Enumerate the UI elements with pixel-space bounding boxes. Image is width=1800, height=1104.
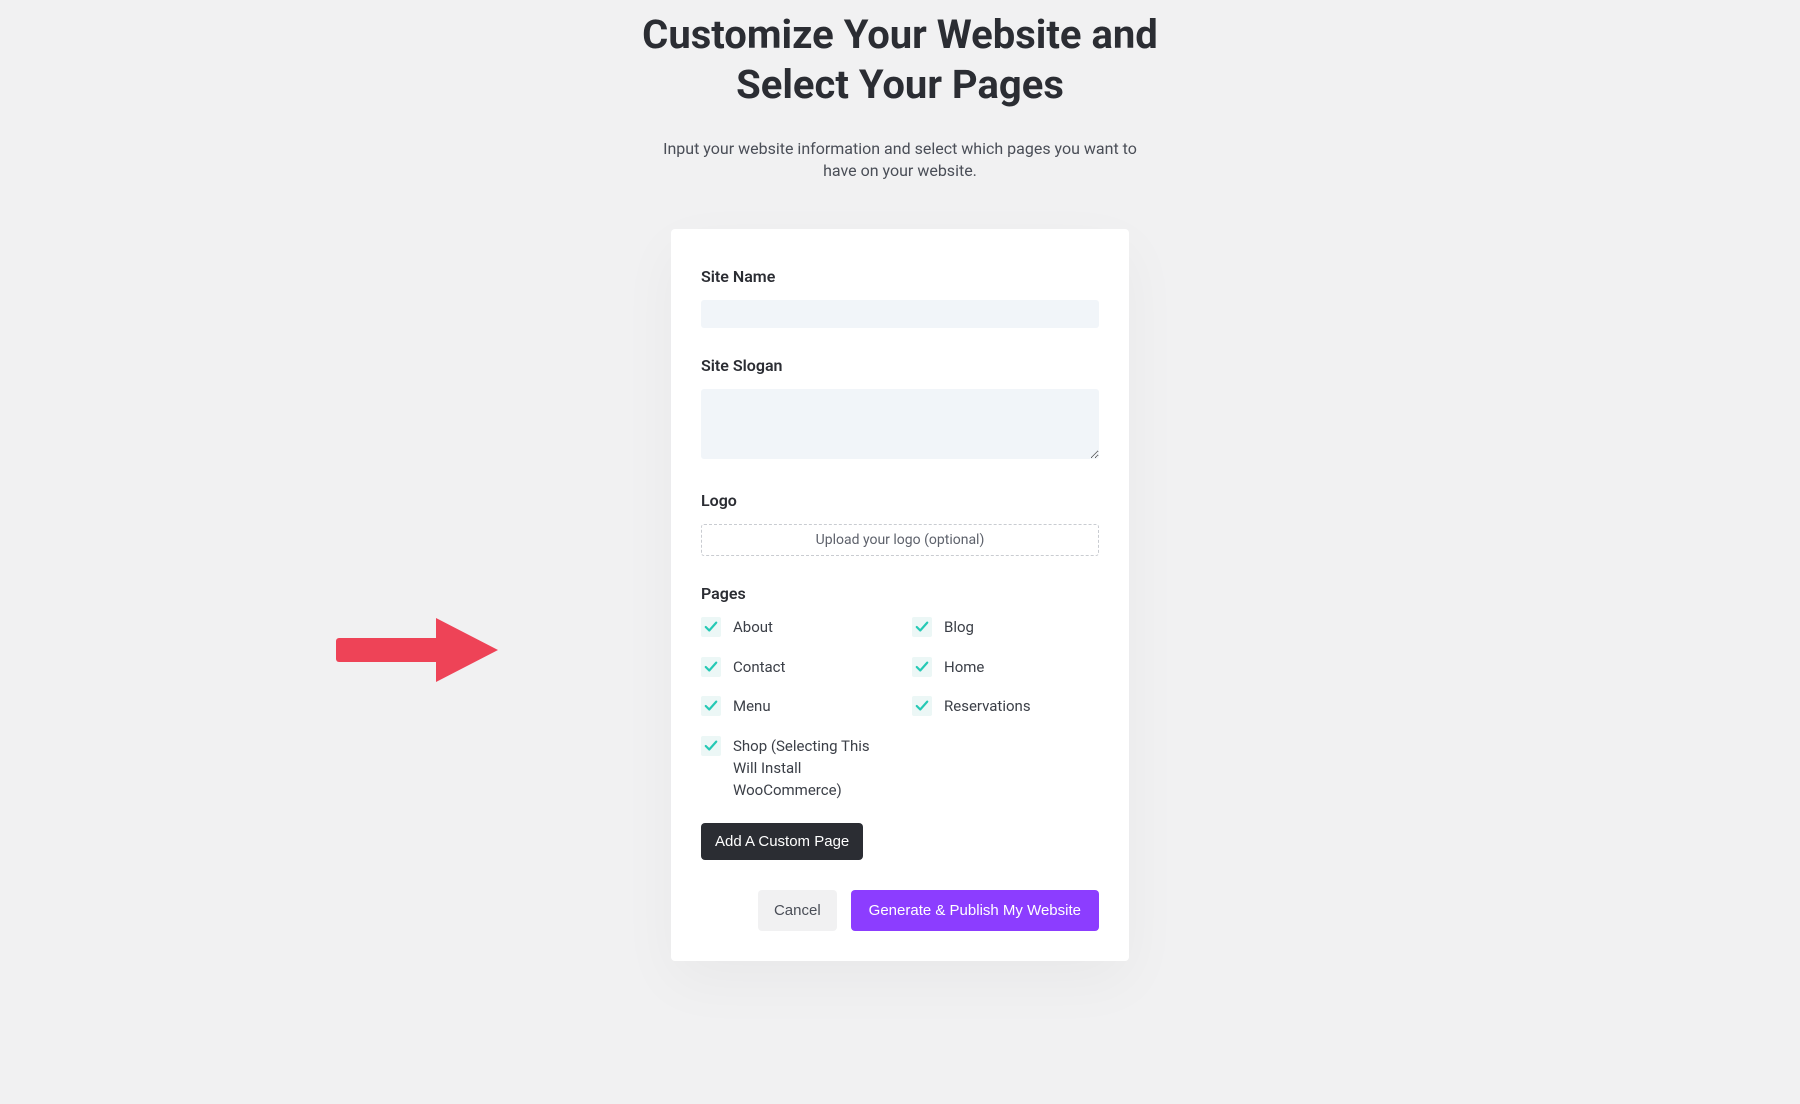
checkbox[interactable]	[701, 736, 721, 756]
site-slogan-label: Site Slogan	[701, 356, 1099, 375]
logo-label: Logo	[701, 491, 1099, 510]
site-name-input[interactable]	[701, 300, 1099, 328]
add-custom-page-button[interactable]: Add A Custom Page	[701, 823, 863, 860]
page-checkbox-blog: Blog	[912, 617, 1099, 639]
checkbox[interactable]	[912, 696, 932, 716]
checkbox[interactable]	[701, 696, 721, 716]
checkbox-label: Menu	[733, 696, 771, 718]
check-icon	[915, 699, 929, 713]
page-checkbox-menu: Menu	[701, 696, 888, 718]
checkbox[interactable]	[701, 657, 721, 677]
page-subtitle: Input your website information and selec…	[660, 138, 1140, 183]
site-slogan-group: Site Slogan	[701, 356, 1099, 463]
checkbox[interactable]	[912, 617, 932, 637]
generate-publish-button[interactable]: Generate & Publish My Website	[851, 890, 1099, 931]
site-name-group: Site Name	[701, 267, 1099, 328]
pages-label: Pages	[701, 584, 1099, 603]
logo-upload-button[interactable]: Upload your logo (optional)	[701, 524, 1099, 556]
pages-grid: About Blog Contact	[701, 617, 1099, 802]
check-icon	[704, 620, 718, 634]
logo-group: Logo Upload your logo (optional)	[701, 491, 1099, 556]
page-checkbox-shop: Shop (Selecting This Will Install WooCom…	[701, 736, 888, 801]
page-checkbox-home: Home	[912, 657, 1099, 679]
action-row: Cancel Generate & Publish My Website	[701, 890, 1099, 931]
checkbox-label: Blog	[944, 617, 974, 639]
form-card: Site Name Site Slogan Logo Upload your l…	[671, 229, 1129, 962]
checkbox[interactable]	[912, 657, 932, 677]
checkbox-label: About	[733, 617, 773, 639]
check-icon	[915, 620, 929, 634]
pages-group: Pages About Blog	[701, 584, 1099, 861]
cancel-button[interactable]: Cancel	[758, 890, 837, 931]
check-icon	[704, 660, 718, 674]
page-checkbox-reservations: Reservations	[912, 696, 1099, 718]
check-icon	[704, 699, 718, 713]
check-icon	[704, 739, 718, 753]
page-checkbox-about: About	[701, 617, 888, 639]
page-checkbox-contact: Contact	[701, 657, 888, 679]
checkbox-label: Contact	[733, 657, 785, 679]
site-slogan-input[interactable]	[701, 389, 1099, 459]
site-name-label: Site Name	[701, 267, 1099, 286]
checkbox-label: Shop (Selecting This Will Install WooCom…	[733, 736, 888, 801]
checkbox-label: Home	[944, 657, 984, 679]
checkbox-label: Reservations	[944, 696, 1031, 718]
check-icon	[915, 660, 929, 674]
checkbox[interactable]	[701, 617, 721, 637]
page-title: Customize Your Website and Select Your P…	[620, 10, 1180, 110]
